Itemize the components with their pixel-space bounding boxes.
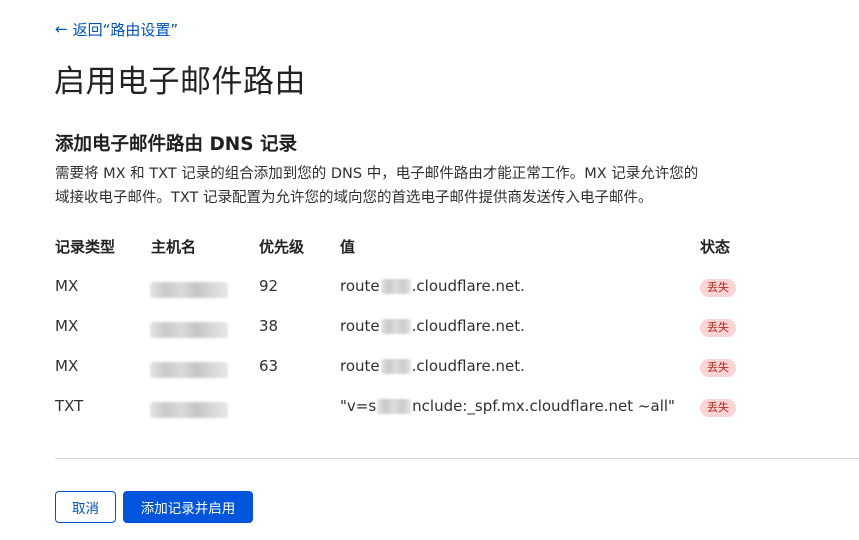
record-value-prefix: route (340, 317, 380, 335)
redacted-hostname (150, 282, 228, 298)
record-value: route .cloudflare.net. (340, 357, 525, 375)
header-value: 值 (340, 238, 356, 256)
record-value-suffix: nclude:_spf.mx.cloudflare.net ~all" (412, 397, 675, 415)
record-value: "v=s nclude:_spf.mx.cloudflare.net ~all" (340, 397, 675, 415)
redacted-value-segment (380, 358, 411, 374)
redacted-value-segment (380, 318, 411, 334)
record-type: MX (55, 317, 79, 335)
cancel-button[interactable]: 取消 (55, 491, 116, 523)
record-value-suffix: .cloudflare.net. (411, 317, 525, 335)
description-line-2: 域接收电子邮件。TXT 记录配置为允许您的域向您的首选电子邮件提供商发送传入电子… (55, 190, 653, 206)
section-title: 添加电子邮件路由 DNS 记录 (55, 134, 298, 155)
enable-email-routing-page: ← 返回“路由设置” 启用电子邮件路由 添加电子邮件路由 DNS 记录 需要将 … (0, 0, 859, 540)
record-type: TXT (55, 397, 84, 415)
record-value-prefix: route (340, 357, 380, 375)
status-badge-missing: 丢失 (700, 319, 736, 337)
status-badge-missing: 丢失 (700, 359, 736, 377)
record-priority: 38 (259, 317, 279, 335)
record-priority: 92 (259, 277, 279, 295)
back-link-label: 返回“路由设置” (72, 21, 179, 39)
record-value-prefix: route (340, 277, 380, 295)
redacted-value-segment (380, 278, 411, 294)
description-line-1: 需要将 MX 和 TXT 记录的组合添加到您的 DNS 中，电子邮件路由才能正常… (55, 166, 699, 182)
record-value-suffix: .cloudflare.net. (411, 357, 525, 375)
header-hostname: 主机名 (151, 238, 197, 256)
record-value-prefix: "v=s (340, 397, 377, 415)
header-status: 状态 (700, 238, 731, 256)
record-value: route .cloudflare.net. (340, 317, 525, 335)
record-priority: 63 (259, 357, 279, 375)
back-to-routing-settings-link[interactable]: ← 返回“路由设置” (55, 19, 178, 40)
redacted-hostname (150, 322, 228, 338)
section-description: 需要将 MX 和 TXT 记录的组合添加到您的 DNS 中，电子邮件路由才能正常… (55, 162, 815, 210)
status-badge-missing: 丢失 (700, 279, 736, 297)
redacted-hostname (150, 402, 228, 418)
redacted-value-segment (377, 398, 412, 414)
header-record-type: 记录类型 (55, 238, 116, 256)
status-badge-missing: 丢失 (700, 399, 736, 417)
add-records-and-enable-button[interactable]: 添加记录并启用 (123, 491, 253, 523)
redacted-hostname (150, 362, 228, 378)
divider (55, 458, 859, 459)
header-priority: 优先级 (259, 238, 305, 256)
page-title: 启用电子邮件路由 (54, 64, 306, 100)
record-value: route .cloudflare.net. (340, 277, 525, 295)
arrow-left-icon: ← (55, 20, 68, 38)
record-type: MX (55, 277, 79, 295)
record-value-suffix: .cloudflare.net. (411, 277, 525, 295)
record-type: MX (55, 357, 79, 375)
